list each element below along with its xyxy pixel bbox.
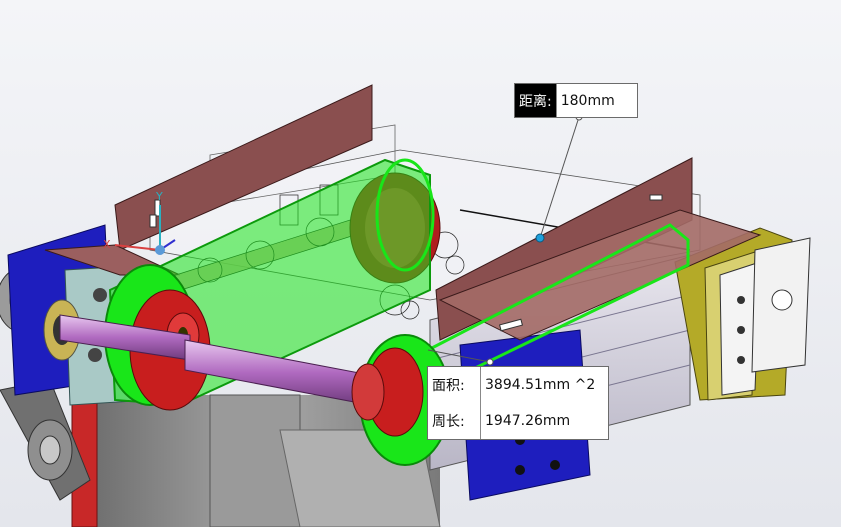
distance-callout[interactable]: 距离: 180mm — [514, 83, 638, 118]
triad-x-label: X — [103, 238, 111, 251]
area-callout[interactable]: 面积: 3894.51mm ^2 周长: 1947.26mm — [427, 366, 609, 440]
perimeter-value: 1947.26mm — [480, 403, 608, 439]
distance-value: 180mm — [555, 84, 637, 117]
perimeter-label: 周长: — [432, 414, 465, 430]
distance-label: 距离: — [515, 84, 556, 117]
assembly-3d-view[interactable]: Y X — [0, 0, 841, 527]
measure-point[interactable] — [535, 233, 545, 243]
area-value: 3894.51mm ^2 — [480, 367, 608, 403]
area-label: 面积: — [432, 378, 465, 394]
cad-viewport[interactable]: Y X 距离: 180mm 面积: 3894.51mm ^2 周长: 1947.… — [0, 0, 841, 527]
triad-y-label: Y — [155, 190, 163, 203]
